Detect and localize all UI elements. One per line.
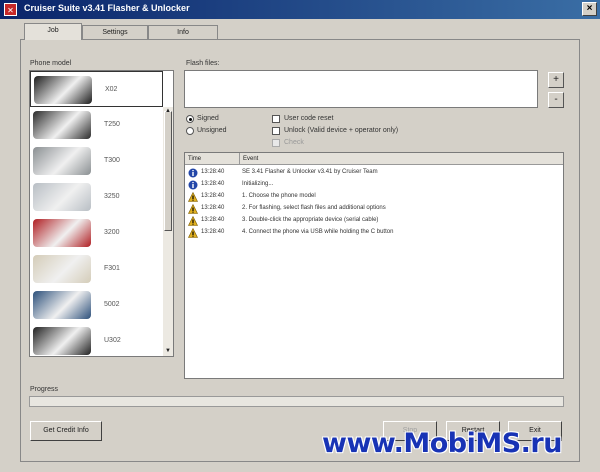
add-file-button[interactable]: + bbox=[548, 72, 564, 88]
phone-model-list[interactable]: U3025002F30132003250T300T250X02 ▲ ▼ ▼ bbox=[29, 70, 174, 357]
log-message: SE 3.41 Flasher & Unlocker v3.41 by Crui… bbox=[242, 169, 378, 175]
unlock-label: Unlock (Valid device + operator only) bbox=[284, 127, 399, 134]
log-time: 13:28:40 bbox=[201, 217, 225, 223]
user-code-reset-label: User code reset bbox=[284, 115, 334, 122]
phone-thumbnail-icon bbox=[34, 76, 92, 104]
user-code-reset-checkbox[interactable] bbox=[272, 115, 280, 123]
log-time: 13:28:40 bbox=[201, 229, 225, 235]
phone-thumbnail-icon bbox=[33, 147, 91, 175]
log-message: 3. Double-click the appropriate device (… bbox=[242, 217, 379, 223]
signed-radio[interactable] bbox=[186, 115, 194, 123]
flash-files-label: Flash files: bbox=[186, 60, 220, 67]
flash-files-list[interactable] bbox=[184, 70, 538, 108]
phone-model-item-label: X02 bbox=[105, 86, 118, 93]
phone-model-item[interactable]: X02 bbox=[30, 71, 163, 107]
log-message: 1. Choose the phone model bbox=[242, 193, 316, 199]
tab-info[interactable]: Info bbox=[148, 25, 218, 39]
log-row[interactable]: 13:28:40 4. Connect the phone via USB whi… bbox=[185, 227, 563, 239]
phone-model-item-label: F301 bbox=[104, 265, 120, 272]
progress-label: Progress bbox=[30, 386, 59, 393]
log-row[interactable]: 13:28:40 Initializing... bbox=[185, 179, 563, 191]
log-row[interactable]: 13:28:40 1. Choose the phone model bbox=[185, 191, 563, 203]
log-row[interactable]: 13:28:40 SE 3.41 Flasher & Unlocker v3.41… bbox=[185, 167, 563, 179]
phone-model-item-label: U302 bbox=[104, 337, 121, 344]
remove-file-button[interactable]: - bbox=[548, 92, 564, 108]
log-time: 13:28:40 bbox=[201, 193, 225, 199]
log-message: 4. Connect the phone via USB while holdi… bbox=[242, 229, 394, 235]
phone-model-item[interactable]: T300 bbox=[30, 143, 163, 179]
phone-thumbnail-icon bbox=[33, 111, 91, 139]
phone-model-item[interactable]: 3200 bbox=[30, 215, 163, 251]
phone-list-scrollbar-thumb[interactable] bbox=[164, 111, 172, 231]
app-icon: ✕ bbox=[4, 3, 17, 16]
log-time: 13:28:40 bbox=[201, 169, 225, 175]
signed-label: Signed bbox=[197, 115, 219, 122]
event-log[interactable]: Time Event 13:28:40 SE 3.41 Flasher & Unl… bbox=[184, 152, 564, 379]
check-label: Check bbox=[284, 139, 304, 146]
phone-model-item-label: T300 bbox=[104, 157, 120, 164]
phone-model-item-label: 3200 bbox=[104, 229, 120, 236]
phone-model-item-label: T250 bbox=[104, 121, 120, 128]
phone-model-item-label: 3250 bbox=[104, 193, 120, 200]
log-column-time[interactable]: Time bbox=[185, 153, 240, 165]
unlock-checkbox[interactable] bbox=[272, 127, 280, 135]
app-window: ✕ Cruiser Suite v3.41 Flasher & Unlocker… bbox=[0, 0, 600, 472]
info-icon bbox=[188, 180, 198, 190]
phone-model-label: Phone model bbox=[30, 60, 72, 67]
watermark-text: www.MobiMS.ru bbox=[322, 428, 562, 459]
phone-thumbnail-icon bbox=[33, 255, 91, 283]
scroll-up-icon[interactable]: ▲ bbox=[164, 107, 172, 116]
log-message: 2. For flashing, select flash files and … bbox=[242, 205, 386, 211]
check-checkbox[interactable] bbox=[272, 139, 280, 147]
warning-icon bbox=[188, 191, 198, 202]
warning-icon bbox=[188, 203, 198, 214]
log-message: Initializing... bbox=[242, 181, 274, 187]
tab-job[interactable]: Job bbox=[24, 23, 82, 40]
info-icon bbox=[188, 168, 198, 178]
unsigned-label: Unsigned bbox=[197, 127, 227, 134]
log-row[interactable]: 13:28:40 2. For flashing, select flash fi… bbox=[185, 203, 563, 215]
warning-icon bbox=[188, 215, 198, 226]
warning-icon bbox=[188, 227, 198, 238]
window-title: Cruiser Suite v3.41 Flasher & Unlocker bbox=[24, 3, 190, 13]
phone-model-item[interactable]: 5002 bbox=[30, 287, 163, 323]
unsigned-radio[interactable] bbox=[186, 127, 194, 135]
phone-thumbnail-icon bbox=[33, 291, 91, 319]
phone-model-item[interactable]: F301 bbox=[30, 251, 163, 287]
log-column-event[interactable]: Event bbox=[240, 153, 563, 165]
tab-settings[interactable]: Settings bbox=[82, 25, 148, 39]
close-button[interactable]: × bbox=[582, 2, 597, 16]
phone-model-item[interactable]: 3250 bbox=[30, 179, 163, 215]
progress-bar bbox=[29, 396, 564, 407]
phone-thumbnail-icon bbox=[33, 183, 91, 211]
phone-model-item[interactable]: T250 bbox=[30, 107, 163, 143]
phone-thumbnail-icon bbox=[33, 219, 91, 247]
scroll-down-icon[interactable]: ▼ bbox=[164, 347, 172, 356]
log-row[interactable]: 13:28:40 3. Double-click the appropriate … bbox=[185, 215, 563, 227]
phone-thumbnail-icon bbox=[33, 327, 91, 355]
log-time: 13:28:40 bbox=[201, 181, 225, 187]
title-bar[interactable]: ✕ Cruiser Suite v3.41 Flasher & Unlocker… bbox=[0, 0, 600, 19]
get-credit-info-button[interactable]: Get Credit Info bbox=[30, 421, 102, 441]
phone-model-item[interactable]: U302 bbox=[30, 323, 163, 356]
phone-model-item-label: 5002 bbox=[104, 301, 120, 308]
log-time: 13:28:40 bbox=[201, 205, 225, 211]
